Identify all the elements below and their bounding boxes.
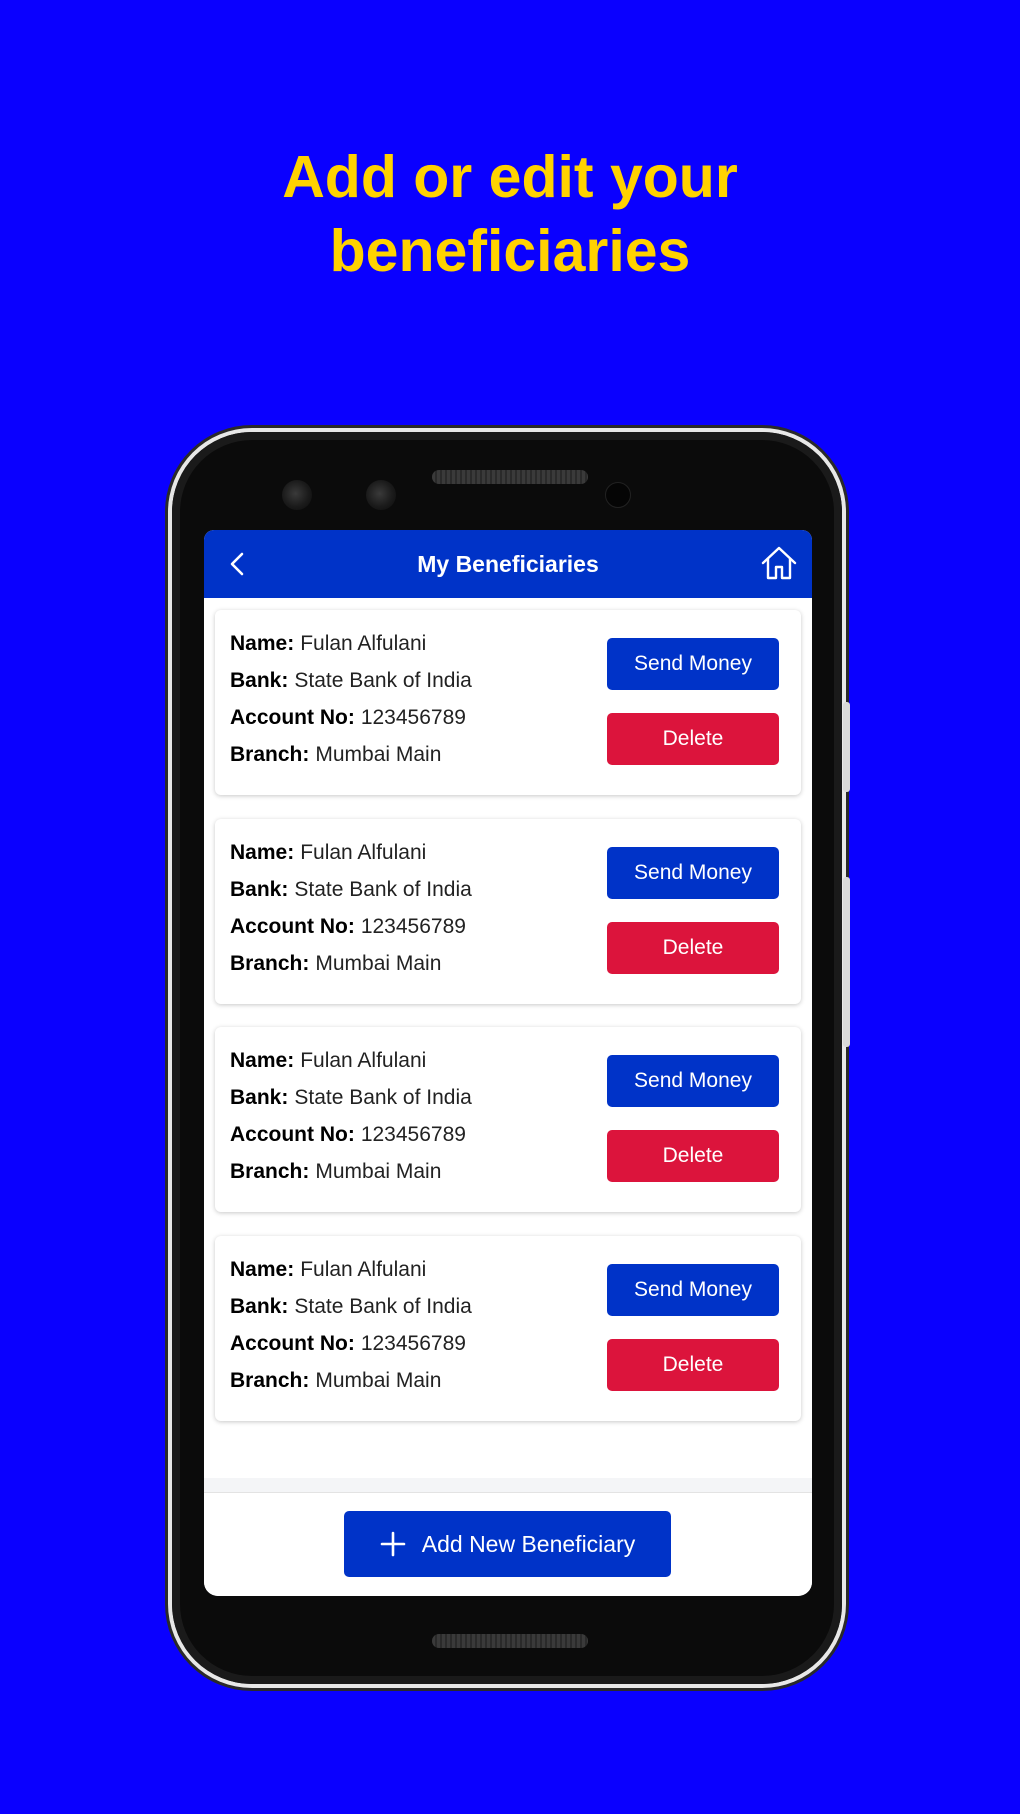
bank-value: State Bank of India [294,669,472,692]
plus-icon [380,1531,406,1557]
phone-power-button [843,702,850,792]
proximity-sensor [605,482,631,508]
bank-value: State Bank of India [294,1295,472,1318]
bank-value: State Bank of India [294,1086,472,1109]
branch-label: Branch: [230,1369,310,1392]
chevron-left-icon[interactable] [222,548,254,580]
front-camera-left [282,480,312,510]
beneficiary-card: Name: Fulan Alfulani Bank: State Bank of I… [215,1236,801,1421]
account-row: Account No: 123456789 [230,706,466,730]
branch-row: Branch: Mumbai Main [230,952,441,976]
delete-button[interactable]: Delete [607,1339,779,1391]
name-value: Fulan Alfulani [300,1258,427,1281]
account-value: 123456789 [360,706,466,729]
branch-row: Branch: Mumbai Main [230,1369,441,1393]
branch-row: Branch: Mumbai Main [230,743,441,767]
account-row: Account No: 123456789 [230,1123,466,1147]
branch-value: Mumbai Main [315,743,442,766]
name-label: Name: [230,1049,295,1072]
name-row: Name: Fulan Alfulani [230,1049,426,1073]
send-money-button[interactable]: Send Money [607,638,779,690]
bottom-speaker [432,1634,588,1648]
beneficiary-card: Name: Fulan Alfulani Bank: State Bank of I… [215,1027,801,1212]
bank-value: State Bank of India [294,878,472,901]
phone-frame: My Beneficiaries Name: Fulan Alfulani Ban… [172,432,850,1684]
add-new-beneficiary-label: Add New Beneficiary [421,1530,636,1557]
branch-value: Mumbai Main [315,1369,442,1392]
name-label: Name: [230,841,295,864]
front-camera-right [366,480,396,510]
page-title: My Beneficiaries [417,550,599,577]
home-icon[interactable] [760,545,798,581]
name-value: Fulan Alfulani [300,632,427,655]
name-value: Fulan Alfulani [300,841,427,864]
bank-label: Bank: [230,1295,289,1318]
footer-bar: Add New Beneficiary [204,1492,812,1596]
account-label: Account No: [230,1332,355,1355]
promo-line-2: beneficiaries [329,218,691,284]
bank-row: Bank: State Bank of India [230,1086,472,1110]
account-label: Account No: [230,1123,355,1146]
name-row: Name: Fulan Alfulani [230,632,426,656]
name-value: Fulan Alfulani [300,1049,427,1072]
name-label: Name: [230,1258,295,1281]
delete-button[interactable]: Delete [607,922,779,974]
bank-label: Bank: [230,878,289,901]
bank-row: Bank: State Bank of India [230,878,472,902]
name-row: Name: Fulan Alfulani [230,841,426,865]
account-label: Account No: [230,915,355,938]
send-money-button[interactable]: Send Money [607,1264,779,1316]
branch-value: Mumbai Main [315,952,442,975]
account-value: 123456789 [360,1123,466,1146]
send-money-button[interactable]: Send Money [607,847,779,899]
name-label: Name: [230,632,295,655]
account-label: Account No: [230,706,355,729]
account-row: Account No: 123456789 [230,1332,466,1356]
delete-button[interactable]: Delete [607,1130,779,1182]
earpiece-speaker [432,470,588,484]
bank-label: Bank: [230,669,289,692]
branch-value: Mumbai Main [315,1160,442,1183]
app-screen: My Beneficiaries Name: Fulan Alfulani Ban… [204,530,812,1596]
bank-label: Bank: [230,1086,289,1109]
beneficiary-list: Name: Fulan Alfulani Bank: State Bank of I… [204,598,812,1478]
account-row: Account No: 123456789 [230,915,466,939]
add-new-beneficiary-button[interactable]: Add New Beneficiary [344,1511,671,1577]
promo-headline: Add or edit your beneficiaries [0,140,1020,288]
send-money-button[interactable]: Send Money [607,1055,779,1107]
account-value: 123456789 [360,1332,466,1355]
app-header: My Beneficiaries [204,530,812,598]
branch-label: Branch: [230,743,310,766]
account-value: 123456789 [360,915,466,938]
name-row: Name: Fulan Alfulani [230,1258,426,1282]
branch-row: Branch: Mumbai Main [230,1160,441,1184]
bank-row: Bank: State Bank of India [230,1295,472,1319]
beneficiary-card: Name: Fulan Alfulani Bank: State Bank of I… [215,819,801,1004]
bank-row: Bank: State Bank of India [230,669,472,693]
beneficiary-card: Name: Fulan Alfulani Bank: State Bank of I… [215,610,801,795]
branch-label: Branch: [230,1160,310,1183]
phone-volume-button [843,877,850,1047]
branch-label: Branch: [230,952,310,975]
promo-line-1: Add or edit your [282,144,738,210]
delete-button[interactable]: Delete [607,713,779,765]
